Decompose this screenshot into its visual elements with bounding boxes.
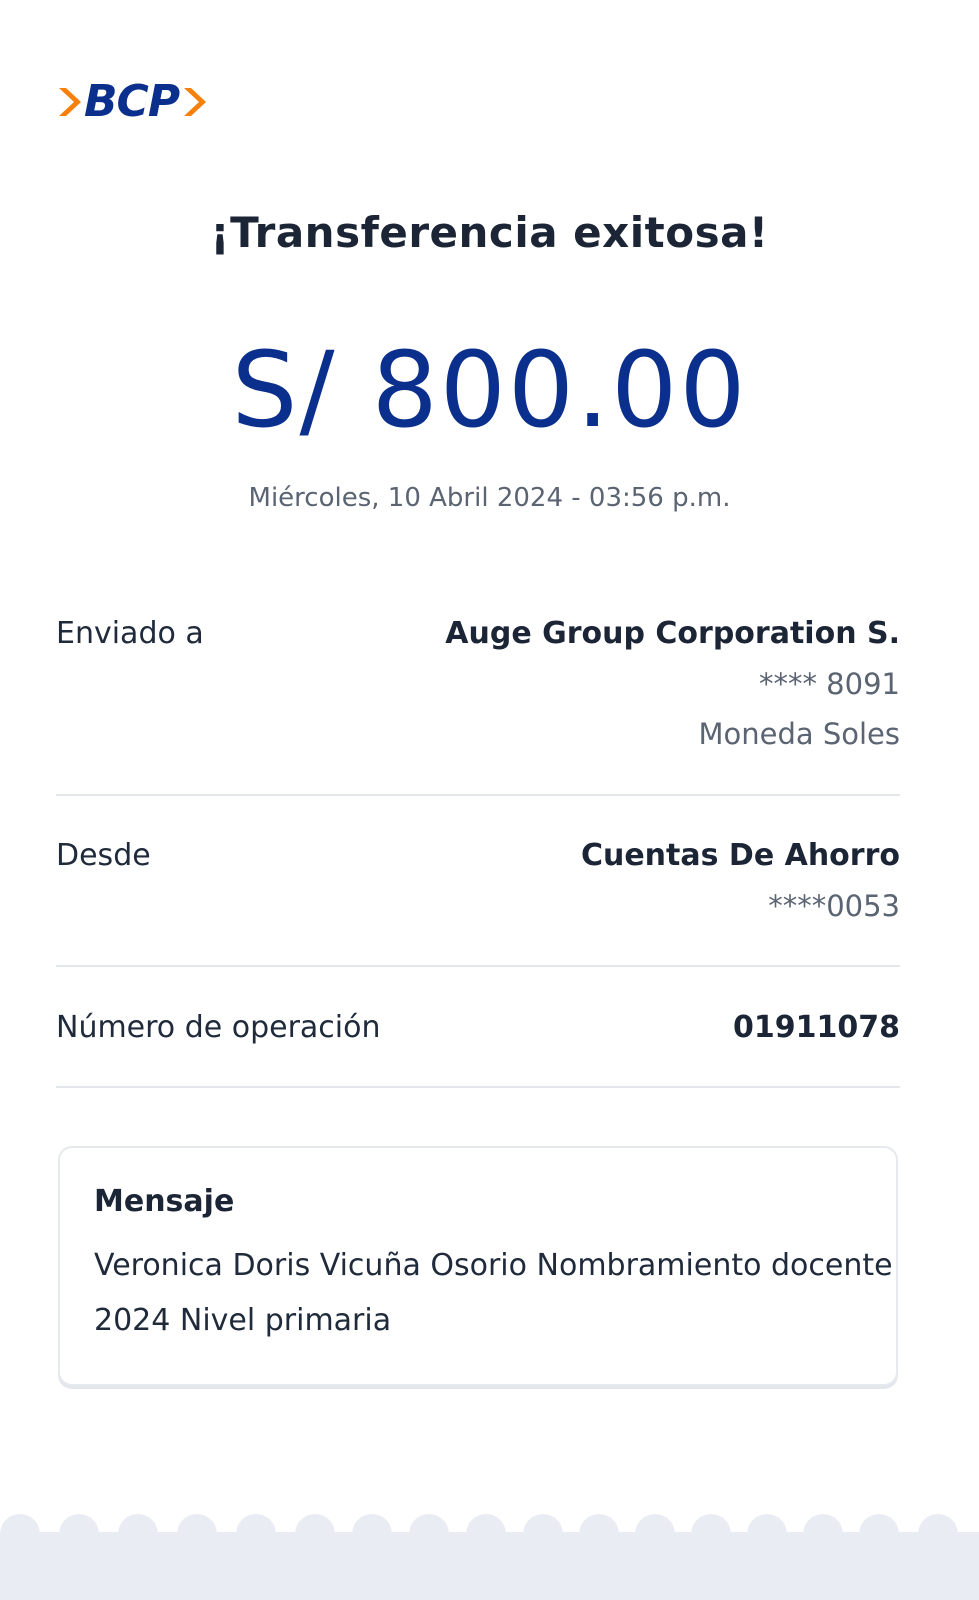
sent-to-row: Enviado a Auge Group Corporation S. ****…: [56, 616, 900, 766]
from-label: Desde: [56, 838, 151, 873]
transfer-receipt: BCP ¡Transferencia exitosa! S/ 800.00 Mi…: [0, 0, 979, 1600]
source-account-type: Cuentas De Ahorro: [580, 838, 900, 873]
recipient-name: Auge Group Corporation S.: [445, 616, 900, 651]
message-title: Mensaje: [94, 1184, 235, 1219]
sent-to-label: Enviado a: [56, 616, 204, 651]
sent-to-values: Auge Group Corporation S. **** 8091 Mone…: [445, 616, 900, 752]
operation-row: Número de operación 01911078: [56, 1010, 900, 1060]
bcp-logo: BCP: [56, 78, 207, 126]
divider: [56, 965, 900, 967]
divider: [56, 794, 900, 796]
page-title: ¡Transferencia exitosa!: [210, 208, 769, 257]
chevron-right-icon: [184, 88, 207, 116]
from-values: Cuentas De Ahorro ****0053: [581, 838, 900, 924]
message-body: Veronica Doris Vicuña Osorio Nombramient…: [94, 1248, 893, 1338]
receipt-scalloped-edge: [0, 1514, 979, 1600]
recipient-account: **** 8091: [758, 667, 900, 701]
transfer-datetime: Miércoles, 10 Abril 2024 - 03:56 p.m.: [248, 483, 731, 513]
source-account: ****0053: [768, 889, 900, 923]
operation-number: 01911078: [733, 1010, 900, 1045]
operation-values: 01911078: [733, 1010, 900, 1046]
message-card: Mensaje Veronica Doris Vicuña Osorio Nom…: [58, 1146, 898, 1386]
operation-label: Número de operación: [56, 1010, 381, 1045]
divider: [56, 1086, 900, 1088]
chevron-right-icon: [59, 88, 81, 116]
from-row: Desde Cuentas De Ahorro ****0053: [56, 838, 900, 938]
recipient-currency: Moneda Soles: [698, 717, 900, 751]
logo-text: BCP: [84, 76, 180, 127]
transfer-amount: S/ 800.00: [231, 329, 748, 451]
